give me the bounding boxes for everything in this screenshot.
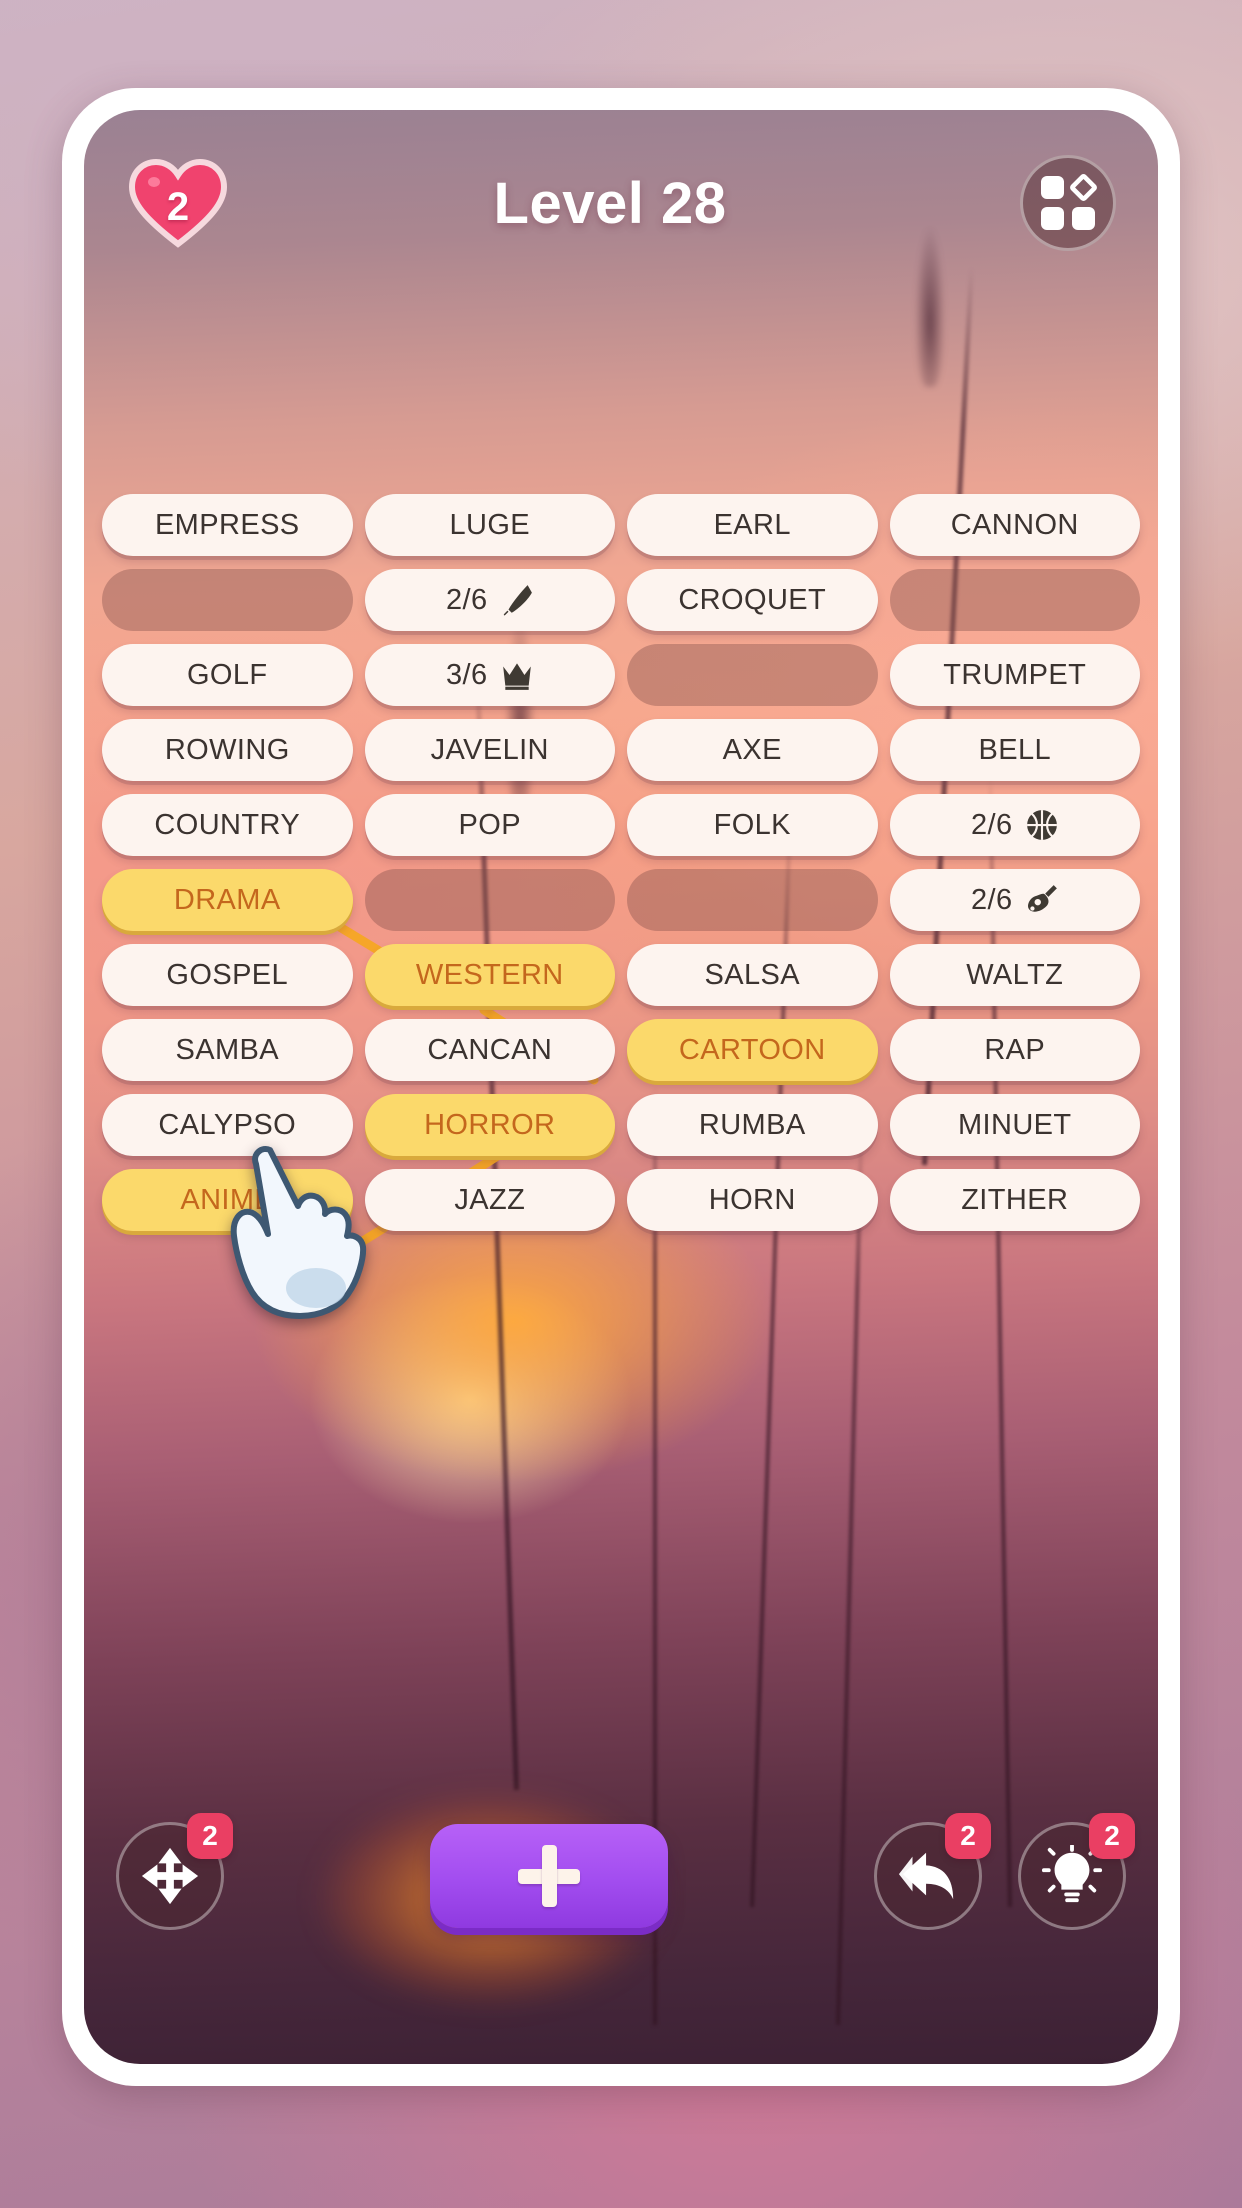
- basketball-icon: [1025, 808, 1059, 842]
- word-tile-label: CARTOON: [678, 1033, 826, 1066]
- word-tile-progress[interactable]: 3/6: [364, 644, 615, 706]
- word-tile-progress[interactable]: 2/6: [889, 794, 1140, 856]
- word-tile[interactable]: WALTZ: [889, 944, 1140, 1006]
- word-tile-label: JAZZ: [454, 1183, 526, 1216]
- word-tile-progress[interactable]: 2/6: [364, 569, 615, 631]
- word-tile-label: CALYPSO: [158, 1108, 297, 1141]
- word-tile-label: BELL: [978, 733, 1052, 766]
- word-tile-label: CROQUET: [678, 583, 827, 616]
- word-tile-label: FOLK: [713, 808, 791, 841]
- word-tile-label: RAP: [984, 1033, 1046, 1066]
- game-header: 2 Level 28: [84, 148, 1158, 258]
- word-tile[interactable]: CARTOON: [627, 1019, 878, 1081]
- lives-count: 2: [166, 184, 190, 229]
- word-tile-label: 2/6: [445, 583, 488, 616]
- word-tile-label: 2/6: [970, 808, 1013, 841]
- word-tile-label: GOLF: [186, 658, 268, 691]
- word-tile[interactable]: COUNTRY: [102, 794, 353, 856]
- undo-button[interactable]: 2: [874, 1813, 991, 1930]
- lives-indicator[interactable]: 2: [126, 156, 230, 250]
- add-button[interactable]: [430, 1824, 668, 1928]
- menu-button[interactable]: [1019, 155, 1116, 251]
- word-tile[interactable]: HORROR: [364, 1094, 615, 1156]
- word-tile-label: SALSA: [704, 958, 800, 991]
- word-tile[interactable]: RAP: [889, 1019, 1140, 1081]
- phone-frame: 2 Level 28 EMPRESS LUGE EARL CANNON 2/6 …: [62, 88, 1180, 2086]
- word-grid: EMPRESS LUGE EARL CANNON 2/6 CROQUET GOLF 3/6 TR…: [84, 494, 1158, 1231]
- word-tile-label: ROWING: [164, 733, 290, 766]
- word-tile[interactable]: AXE: [627, 719, 878, 781]
- word-tile[interactable]: EARL: [627, 494, 878, 556]
- word-tile-empty: [627, 644, 878, 706]
- word-tile-label: HORN: [708, 1183, 796, 1216]
- word-tile[interactable]: DRAMA: [102, 869, 353, 931]
- word-tile-label: CANNON: [950, 508, 1079, 541]
- app-background: 2 Level 28 EMPRESS LUGE EARL CANNON 2/6 …: [0, 0, 1242, 2208]
- word-tile[interactable]: GOLF: [102, 644, 353, 706]
- word-tile[interactable]: JAVELIN: [364, 719, 615, 781]
- page-title: Level 28: [493, 170, 727, 236]
- word-tile-label: 3/6: [445, 658, 488, 691]
- word-tile[interactable]: BELL: [889, 719, 1140, 781]
- word-tile[interactable]: CROQUET: [627, 569, 878, 631]
- word-tile[interactable]: SAMBA: [102, 1019, 353, 1081]
- word-tile[interactable]: ROWING: [102, 719, 353, 781]
- word-tile-label: COUNTRY: [154, 808, 301, 841]
- word-tile[interactable]: POP: [364, 794, 615, 856]
- toolbar-right-group: 2 2: [874, 1813, 1135, 1930]
- word-tile[interactable]: WESTERN: [364, 944, 615, 1006]
- guitar-icon: [1025, 883, 1059, 917]
- word-tile[interactable]: HORN: [627, 1169, 878, 1231]
- plus-icon: [518, 1845, 580, 1907]
- word-tile-label: RUMBA: [698, 1108, 806, 1141]
- knife-icon: [500, 583, 534, 617]
- word-tile[interactable]: SALSA: [627, 944, 878, 1006]
- word-tile-label: POP: [458, 808, 521, 841]
- hint-badge: 2: [1089, 1813, 1135, 1859]
- word-tile-label: TRUMPET: [943, 658, 1087, 691]
- word-tile-label: 2/6: [970, 883, 1013, 916]
- word-tile-label: ZITHER: [961, 1183, 1069, 1216]
- word-tile-label: WALTZ: [966, 958, 1064, 991]
- hint-button[interactable]: 2: [1018, 1813, 1135, 1930]
- word-tile[interactable]: ANIME: [102, 1169, 353, 1231]
- word-tile-label: SAMBA: [175, 1033, 280, 1066]
- word-tile[interactable]: CANNON: [889, 494, 1140, 556]
- word-tile-label: HORROR: [424, 1108, 556, 1141]
- word-tile[interactable]: JAZZ: [364, 1169, 615, 1231]
- shuffle-button[interactable]: 2: [116, 1813, 233, 1930]
- word-tile-label: MINUET: [957, 1108, 1072, 1141]
- word-tile[interactable]: FOLK: [627, 794, 878, 856]
- word-tile[interactable]: CALYPSO: [102, 1094, 353, 1156]
- shuffle-badge: 2: [187, 1813, 233, 1859]
- game-screen: 2 Level 28 EMPRESS LUGE EARL CANNON 2/6 …: [84, 110, 1158, 2064]
- bottom-toolbar: 2 2 2: [84, 1806, 1158, 1946]
- word-tile[interactable]: GOSPEL: [102, 944, 353, 1006]
- word-tile[interactable]: RUMBA: [627, 1094, 878, 1156]
- word-tile-label: GOSPEL: [166, 958, 289, 991]
- word-tile-label: WESTERN: [415, 958, 564, 991]
- word-tile-label: DRAMA: [173, 883, 281, 916]
- word-tile-empty: [627, 869, 878, 931]
- word-tile-label: ANIME: [180, 1183, 275, 1216]
- word-tile[interactable]: ZITHER: [889, 1169, 1140, 1231]
- word-tile[interactable]: CANCAN: [364, 1019, 615, 1081]
- word-tile-label: AXE: [722, 733, 782, 766]
- word-tile-label: EMPRESS: [154, 508, 300, 541]
- word-tile[interactable]: TRUMPET: [889, 644, 1140, 706]
- word-tile[interactable]: MINUET: [889, 1094, 1140, 1156]
- word-tile-label: LUGE: [449, 508, 531, 541]
- crown-icon: [500, 658, 534, 692]
- word-tile[interactable]: LUGE: [364, 494, 615, 556]
- word-tile-empty: [364, 869, 615, 931]
- word-tile-label: EARL: [713, 508, 791, 541]
- word-tile[interactable]: EMPRESS: [102, 494, 353, 556]
- word-tile-label: CANCAN: [427, 1033, 553, 1066]
- word-tile-empty: [889, 569, 1140, 631]
- undo-badge: 2: [945, 1813, 991, 1859]
- word-tile-progress[interactable]: 2/6: [889, 869, 1140, 931]
- grid-menu-icon: [1040, 172, 1099, 230]
- word-tile-label: JAVELIN: [430, 733, 549, 766]
- word-tile-empty: [102, 569, 353, 631]
